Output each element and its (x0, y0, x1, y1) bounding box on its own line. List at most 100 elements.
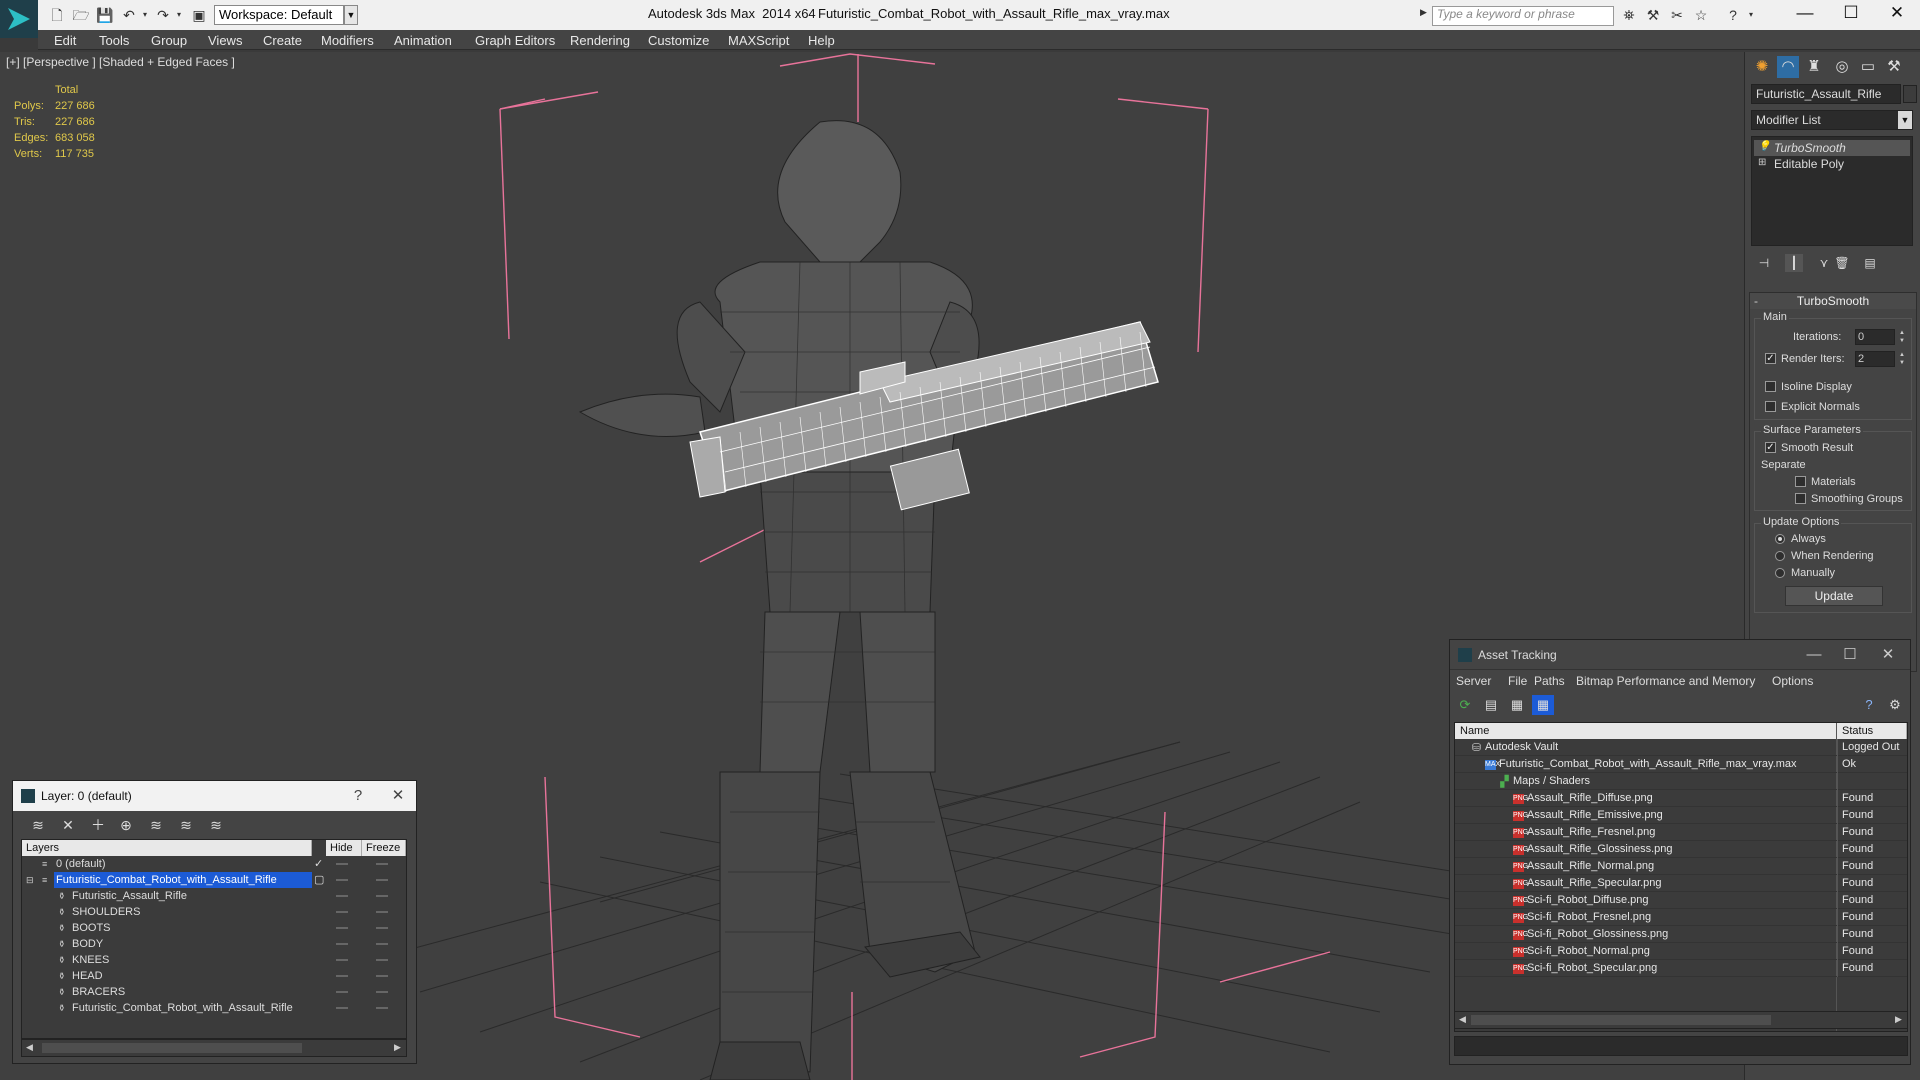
when-rendering-radio[interactable] (1775, 551, 1785, 561)
asset-row[interactable]: ▞ Maps / Shaders (1455, 773, 1907, 790)
asset-row[interactable]: PNG Assault_Rifle_Emissive.png Found (1455, 807, 1907, 824)
rollout-header[interactable]: - TurboSmooth (1750, 293, 1916, 309)
layer-row[interactable]: ⚱ BOOTS (22, 920, 406, 936)
asset-row[interactable]: PNG Assault_Rifle_Normal.png Found (1455, 858, 1907, 875)
list-view-icon[interactable]: ▤ (1480, 695, 1502, 715)
asset-row[interactable]: PNG Assault_Rifle_Fresnel.png Found (1455, 824, 1907, 841)
show-end-result-icon[interactable]: ┃ (1785, 254, 1803, 272)
menu-edit[interactable]: Edit (54, 33, 76, 48)
hide-toggle[interactable] (336, 895, 348, 897)
menu-views[interactable]: Views (208, 33, 242, 48)
search-expand-icon[interactable]: ▶ (1420, 7, 1430, 25)
stack-item-turbosmooth[interactable]: 💡 TurboSmooth (1754, 140, 1910, 156)
menu-file[interactable]: File (1508, 674, 1527, 688)
render-iters-checkbox[interactable]: ✓ (1765, 353, 1776, 364)
hide-toggle[interactable] (336, 975, 348, 977)
layer-row[interactable]: ⚱ BRACERS (22, 984, 406, 1000)
settings-icon[interactable]: ⚙ (1884, 695, 1906, 715)
freeze-toggle[interactable] (376, 895, 388, 897)
modify-tab-icon[interactable]: ◠ (1777, 56, 1799, 78)
menu-maxscript[interactable]: MAXScript (728, 33, 789, 48)
column-header-name[interactable]: Name (1455, 723, 1837, 739)
maximize-icon[interactable]: ☐ (1832, 644, 1868, 666)
close-icon[interactable]: ✕ (1870, 644, 1906, 666)
menu-paths[interactable]: Paths (1534, 674, 1565, 688)
chevron-down-icon[interactable]: ▼ (1898, 111, 1912, 129)
motion-tab-icon[interactable]: ◎ (1831, 56, 1853, 78)
column-header-status[interactable]: Status (1837, 723, 1907, 739)
subscription-center-icon[interactable]: ⚒ (1644, 6, 1662, 24)
layer-row[interactable]: ⚱ HEAD (22, 968, 406, 984)
maximize-window-icon[interactable]: ☐ (1828, 0, 1874, 28)
utilities-tab-icon[interactable]: ⚒ (1883, 56, 1905, 78)
iterations-spinner[interactable]: 0 (1855, 329, 1895, 345)
freeze-toggle[interactable] (376, 879, 388, 881)
spinner-arrows-icon[interactable]: ▲ ▼ (1897, 351, 1907, 367)
layer-dialog-titlebar[interactable]: Layer: 0 (default) ? ✕ (13, 781, 416, 811)
menu-animation[interactable]: Animation (394, 33, 452, 48)
menu-graph-editors[interactable]: Graph Editors (475, 33, 555, 48)
favorites-star-icon[interactable]: ☆ (1692, 6, 1710, 24)
column-header-hide[interactable]: Hide (326, 840, 362, 856)
asset-row[interactable]: PNG Sci-fi_Robot_Specular.png Found (1455, 960, 1907, 977)
configure-modifier-sets-icon[interactable]: ▤ (1861, 254, 1879, 272)
minimize-icon[interactable]: — (1796, 644, 1832, 666)
add-to-layer-icon[interactable]: ＋ (87, 815, 109, 835)
menu-options[interactable]: Options (1772, 674, 1813, 688)
hide-toggle[interactable] (336, 879, 348, 881)
modifier-list-dropdown[interactable]: Modifier List ▼ (1751, 110, 1913, 130)
freeze-toggle[interactable] (376, 943, 388, 945)
freeze-toggle[interactable] (376, 975, 388, 977)
project-folder-icon[interactable]: ▣ (190, 6, 208, 24)
asset-row[interactable]: PNG Sci-fi_Robot_Glossiness.png Found (1455, 926, 1907, 943)
freeze-toggle[interactable] (376, 863, 388, 865)
workspace-dropdown-arrow-icon[interactable]: ▼ (344, 5, 358, 25)
communication-center-icon[interactable]: ✂ (1668, 6, 1686, 24)
help-icon[interactable]: ? (345, 785, 371, 807)
hide-toggle[interactable] (336, 943, 348, 945)
object-name-field[interactable]: Futuristic_Assault_Rifle (1751, 84, 1901, 104)
menu-server[interactable]: Server (1456, 674, 1491, 688)
viewport-label[interactable]: [+] [Perspective ] [Shaded + Edged Faces… (6, 55, 235, 69)
display-tab-icon[interactable]: ▭ (1857, 56, 1879, 78)
scroll-left-icon[interactable]: ◀ (26, 1042, 33, 1053)
always-radio[interactable] (1775, 534, 1785, 544)
asset-dialog-titlebar[interactable]: Asset Tracking — ☐ ✕ (1450, 640, 1910, 670)
smooth-result-checkbox[interactable]: ✓ (1765, 442, 1776, 453)
search-input[interactable]: Type a keyword or phrase (1432, 6, 1614, 26)
undo-dropdown-icon[interactable]: ▾ (136, 6, 154, 24)
explicit-normals-checkbox[interactable] (1765, 401, 1776, 412)
layer-row[interactable]: ⚱ Futuristic_Combat_Robot_with_Assault_R… (22, 1000, 406, 1016)
column-header-layers[interactable]: Layers (22, 840, 312, 856)
redo-dropdown-icon[interactable]: ▾ (170, 6, 188, 24)
layer-row[interactable]: ⚱ BODY (22, 936, 406, 952)
expand-plus-icon[interactable]: ⊞ (1758, 158, 1768, 168)
isoline-display-checkbox[interactable] (1765, 381, 1776, 392)
make-unique-icon[interactable]: ⋎ (1815, 254, 1833, 272)
column-header-freeze[interactable]: Freeze (362, 840, 406, 856)
menu-tools[interactable]: Tools (99, 33, 129, 48)
smoothing-groups-checkbox[interactable] (1795, 493, 1806, 504)
asset-row[interactable]: ⛁ Autodesk Vault Logged Out (1455, 739, 1907, 756)
freeze-toggle[interactable] (376, 959, 388, 961)
help-icon[interactable]: ? (1724, 6, 1742, 24)
hide-toggle[interactable] (336, 911, 348, 913)
minimize-window-icon[interactable]: — (1782, 0, 1828, 28)
freeze-toggle[interactable] (376, 991, 388, 993)
menu-create[interactable]: Create (263, 33, 302, 48)
scrollbar-thumb[interactable] (42, 1043, 302, 1053)
horizontal-scrollbar[interactable]: ◀ ▶ (21, 1039, 407, 1057)
asset-row[interactable]: PNG Assault_Rifle_Diffuse.png Found (1455, 790, 1907, 807)
pin-stack-icon[interactable]: ⊣ (1755, 254, 1773, 272)
highlight-layer-icon[interactable]: ≋ (145, 815, 167, 835)
asset-row[interactable]: MAX Futuristic_Combat_Robot_with_Assault_… (1455, 756, 1907, 773)
layer-row[interactable]: ⊟ ≡ Futuristic_Combat_Robot_with_Assault… (22, 872, 406, 888)
set-current-layer-box-icon[interactable]: ▢ (314, 872, 324, 888)
menu-group[interactable]: Group (151, 33, 187, 48)
binoculars-icon[interactable]: ⛯ (1620, 6, 1638, 24)
collapse-minus-icon[interactable]: ⊟ (26, 875, 36, 885)
thumbnail-view-icon[interactable]: ▦ (1506, 695, 1528, 715)
new-file-icon[interactable]: 🗋 (48, 6, 66, 24)
scroll-right-icon[interactable]: ▶ (1895, 1014, 1902, 1025)
hide-toggle[interactable] (336, 991, 348, 993)
